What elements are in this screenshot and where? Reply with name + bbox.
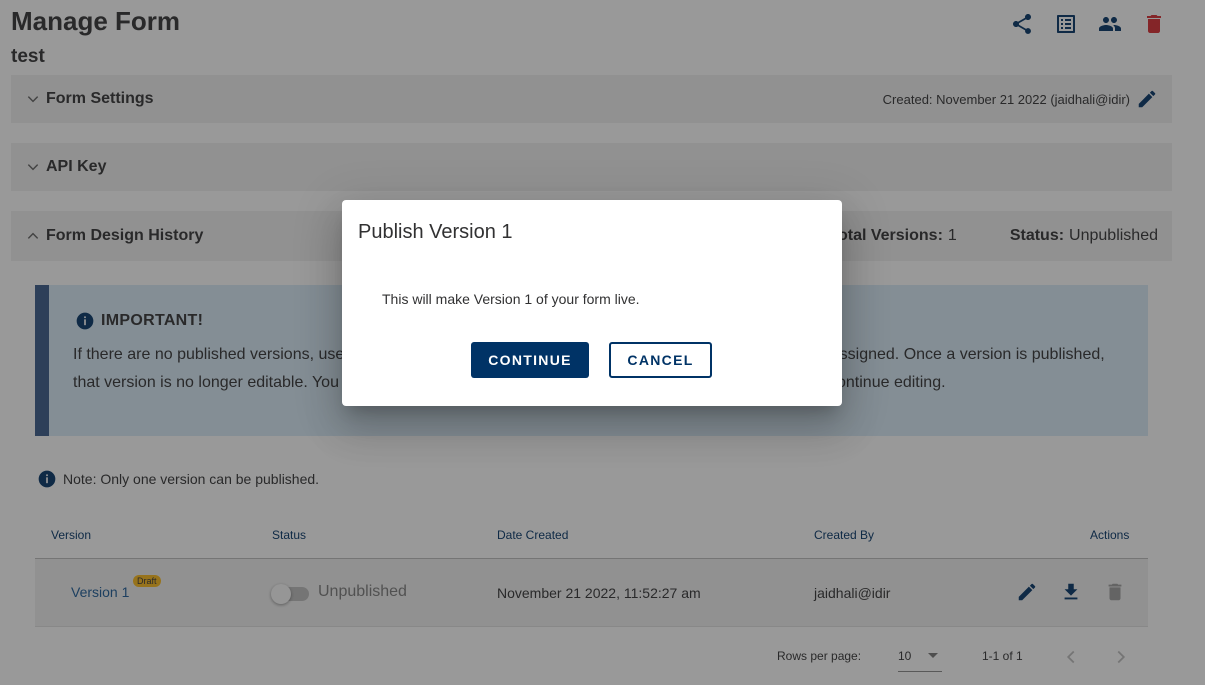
dialog-title: Publish Version 1 bbox=[358, 221, 513, 243]
continue-button[interactable]: CONTINUE bbox=[471, 342, 589, 378]
cancel-button[interactable]: CANCEL bbox=[609, 342, 712, 378]
publish-dialog: Publish Version 1 This will make Version… bbox=[342, 200, 842, 406]
dialog-message: This will make Version 1 of your form li… bbox=[382, 291, 640, 307]
